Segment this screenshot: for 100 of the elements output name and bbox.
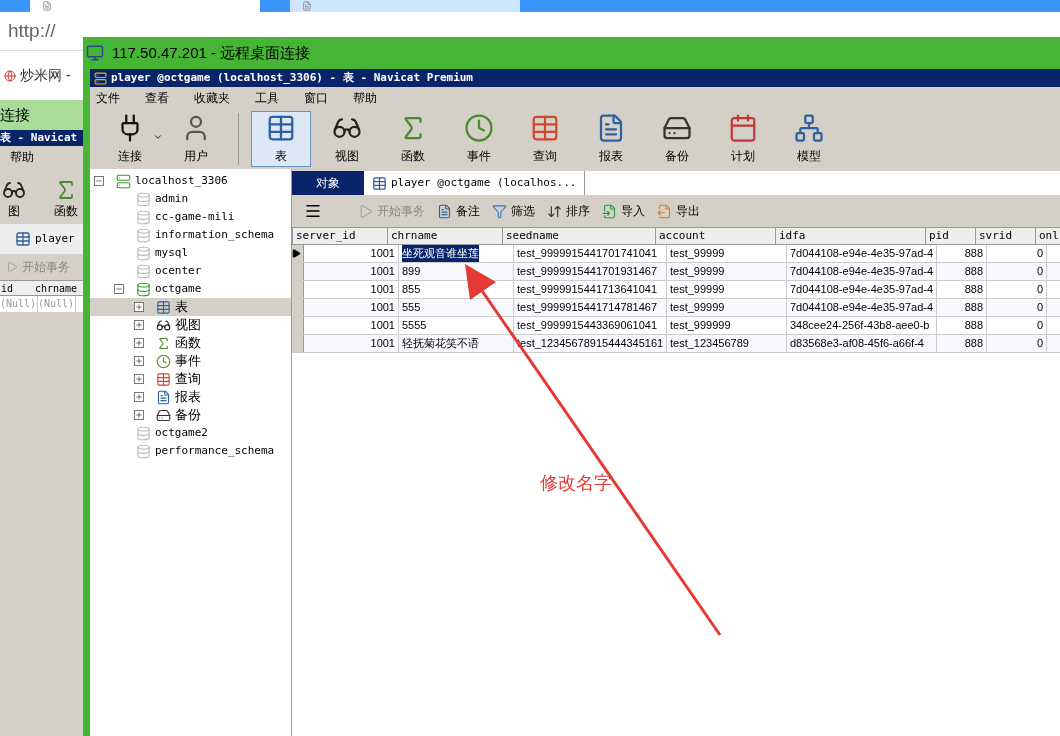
tree-item[interactable]: 查询	[175, 369, 201, 389]
expand-icon[interactable]	[134, 338, 144, 348]
caret-icon	[153, 132, 163, 142]
expand-icon[interactable]	[134, 356, 144, 366]
toolbar-button[interactable]: 连接	[100, 111, 160, 167]
tab[interactable]: 对象	[292, 171, 364, 195]
tree-item[interactable]: mysql	[155, 244, 189, 262]
table-cell-text: test_99999	[670, 300, 725, 316]
tree-item[interactable]: localhost_3306	[135, 172, 228, 190]
table-cell: 坐死观音谁坐莲	[402, 245, 479, 262]
export-icon	[657, 203, 672, 219]
expand-icon[interactable]	[134, 392, 144, 402]
column-header[interactable]: account	[656, 228, 776, 244]
toolbar-button[interactable]: 备份	[647, 111, 707, 167]
table-icon	[530, 113, 560, 143]
database-icon	[136, 227, 151, 243]
table-cell-text: 888	[964, 282, 983, 298]
tree-item[interactable]: cc-game-mili	[155, 208, 235, 226]
expand-icon[interactable]	[134, 410, 144, 420]
tree-item[interactable]: 表	[175, 297, 188, 317]
expand-icon[interactable]	[134, 320, 144, 330]
collapse-icon[interactable]	[94, 176, 104, 186]
toolbar-button[interactable]: 筛选	[492, 202, 535, 220]
table-cell: (Null)	[0, 296, 38, 312]
menu-item[interactable]: 收藏夹	[194, 89, 230, 107]
page-icon	[302, 1, 312, 11]
menu-icon[interactable]	[304, 202, 322, 220]
column-header[interactable]: chrname	[388, 228, 503, 244]
toolbar-button[interactable]: 用户	[166, 111, 226, 167]
column-header[interactable]: pid	[926, 228, 976, 244]
toolbar-button[interactable]: 模型	[779, 111, 839, 167]
toolbar-button[interactable]: 报表	[581, 111, 641, 167]
tab[interactable]: player @octgame (localhos...	[364, 171, 585, 195]
column-header[interactable]: idfa	[776, 228, 926, 244]
toolbar-button[interactable]: 排序	[547, 202, 590, 220]
tree-item[interactable]: 报表	[175, 387, 201, 407]
row-selector[interactable]	[292, 245, 304, 262]
table-cell-text: test_9999915443369061041	[517, 318, 658, 334]
table-cell-text: test_9999915441701931467	[517, 264, 658, 280]
column-header[interactable]: chrname	[34, 281, 83, 295]
tree-item[interactable]: information_schema	[155, 226, 275, 244]
menu-item[interactable]: 文件	[96, 89, 120, 107]
sigma-icon	[156, 335, 171, 351]
toolbar-button[interactable]: 导出	[657, 202, 700, 220]
tree-item[interactable]: 事件	[175, 351, 201, 371]
import-icon	[602, 203, 617, 219]
table-cell-text: 7d044108-e94e-4e35-97ad-4	[790, 300, 934, 316]
tree-item[interactable]: 备份	[175, 405, 201, 425]
menu-item[interactable]: 帮助	[10, 148, 34, 166]
expand-icon[interactable]	[134, 374, 144, 384]
menu-item[interactable]: 查看	[145, 89, 169, 107]
column-header[interactable]: onl	[1036, 228, 1060, 244]
clock-icon	[156, 353, 171, 369]
toolbar-button[interactable]: 函数	[383, 111, 443, 167]
toolbar-button[interactable]: 计划	[713, 111, 773, 167]
table-cell-text: 348cee24-256f-43b8-aee0-b	[790, 318, 930, 334]
database-icon	[136, 443, 151, 459]
toolbar-button[interactable]: 导入	[602, 202, 645, 220]
expand-icon[interactable]	[134, 302, 144, 312]
column-header[interactable]: svrid	[976, 228, 1036, 244]
bookmark-link[interactable]: 炒米网 -	[20, 65, 71, 86]
menu-item[interactable]: 窗口	[304, 89, 328, 107]
table-cell-text: test_9999915441714781467	[517, 300, 658, 316]
table-cell-text: 888	[964, 300, 983, 316]
column-header[interactable]: seedname	[503, 228, 656, 244]
table-cell-text: 899	[402, 264, 421, 280]
filter-icon	[492, 203, 507, 219]
table-cell-text: test_99999	[670, 246, 725, 262]
table-cell-text: 7d044108-e94e-4e35-97ad-4	[790, 282, 934, 298]
tree-item[interactable]: admin	[155, 190, 189, 208]
toolbar-button[interactable]: 图	[2, 178, 26, 220]
table-cell-text: 5555	[402, 318, 427, 334]
toolbar-button[interactable]: 事件	[449, 111, 509, 167]
address-field[interactable]: http://	[8, 16, 56, 46]
toolbar-button[interactable]: 函数	[54, 178, 78, 220]
tree-item[interactable]: octgame	[155, 280, 202, 298]
tree-item[interactable]: performance_schema	[155, 442, 275, 460]
column-header[interactable]: server_id	[293, 228, 388, 244]
drive-icon	[156, 407, 171, 423]
tree-item[interactable]: 视图	[175, 315, 201, 335]
toolbar-button[interactable]: 表	[251, 111, 311, 167]
menu-item[interactable]: 帮助	[353, 89, 377, 107]
toolbar-button[interactable]: 备注	[437, 202, 480, 220]
table-cell-text: 1001	[370, 246, 395, 262]
toolbar-button[interactable]: 查询	[515, 111, 575, 167]
column-header[interactable]: id	[0, 281, 34, 295]
table-cell-text: 888	[964, 336, 983, 352]
table-cell-text: 855	[402, 282, 421, 298]
toolbar-button[interactable]: 视图	[317, 111, 377, 167]
annotation-text: 修改名字	[540, 472, 612, 495]
database-icon	[136, 425, 151, 441]
tree-item[interactable]: 函数	[175, 333, 201, 353]
play-icon	[6, 261, 18, 273]
collapse-icon[interactable]	[114, 284, 124, 294]
tree-item[interactable]: octgame2	[155, 424, 208, 442]
table-cell-text: 1001	[370, 336, 395, 352]
document-icon	[437, 203, 452, 219]
window-title: 表 - Navicat	[0, 129, 78, 146]
tree-item[interactable]: ocenter	[155, 262, 202, 280]
menu-item[interactable]: 工具	[255, 89, 279, 107]
